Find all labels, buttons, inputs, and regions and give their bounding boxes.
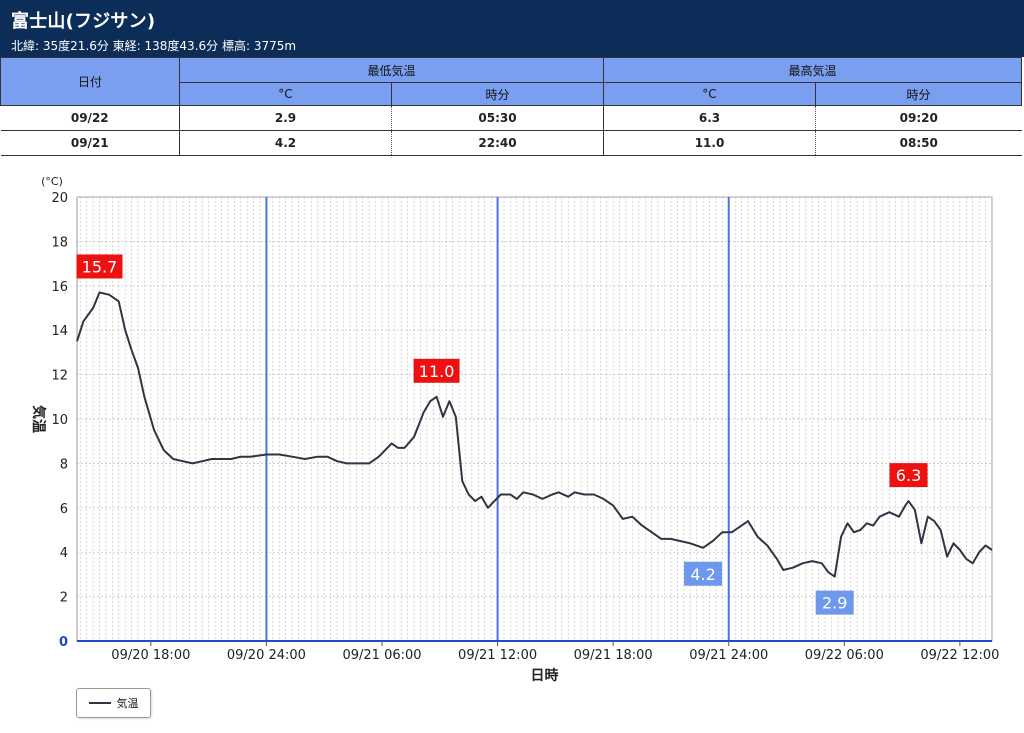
max-label: 15.7 bbox=[76, 254, 123, 279]
max-label: 6.3 bbox=[889, 463, 928, 488]
y-tick-label: 16 bbox=[51, 280, 68, 295]
min-temp-unit-header: °C bbox=[179, 82, 392, 106]
y-tick-label: 6 bbox=[60, 502, 68, 517]
label-text: 15.7 bbox=[82, 257, 118, 276]
x-tick-label: 09/21 18:00 bbox=[574, 648, 653, 663]
x-tick-label: 09/21 24:00 bbox=[689, 648, 768, 663]
row-max-temp: 11.0 bbox=[603, 130, 816, 156]
table-row: 09/22 2.9 05:30 6.3 09:20 bbox=[0, 105, 1022, 131]
x-tick-label: 09/21 06:00 bbox=[342, 648, 421, 663]
max-label: 11.0 bbox=[413, 358, 460, 383]
y-tick-label: 8 bbox=[60, 457, 68, 472]
row-date: 09/22 bbox=[0, 105, 180, 131]
row-max-time: 09:20 bbox=[815, 105, 1022, 131]
y-tick-label: 12 bbox=[51, 369, 68, 384]
y-tick-label: 4 bbox=[60, 546, 68, 561]
y-tick-label: 18 bbox=[51, 235, 68, 250]
station-title: 富士山(フジサン) bbox=[11, 11, 156, 32]
max-temp-unit-header: °C bbox=[603, 82, 816, 106]
min-temp-header: 最低気温 bbox=[179, 57, 604, 83]
row-date: 09/21 bbox=[0, 130, 180, 156]
max-temp-header: 最高気温 bbox=[603, 57, 1022, 83]
table-row: 09/21 4.2 22:40 11.0 08:50 bbox=[0, 130, 1022, 156]
y-tick-label: 0 bbox=[59, 635, 68, 650]
min-label: 4.2 bbox=[684, 561, 723, 586]
y-tick-label: 10 bbox=[51, 413, 68, 428]
row-min-time: 05:30 bbox=[391, 105, 604, 131]
chart-legend[interactable]: 気温 bbox=[76, 688, 151, 718]
legend-label: 気温 bbox=[116, 697, 139, 710]
row-max-temp: 6.3 bbox=[603, 105, 816, 131]
y-unit-label: (°C) bbox=[41, 175, 63, 188]
max-time-header: 時分 bbox=[815, 82, 1022, 106]
row-min-temp: 4.2 bbox=[179, 130, 392, 156]
label-text: 4.2 bbox=[690, 565, 715, 584]
y-tick-label: 14 bbox=[51, 324, 68, 339]
station-header: 富士山(フジサン) 北緯: 35度21.6分 東経: 138度43.6分 標高:… bbox=[0, 0, 1024, 57]
temperature-chart: 0 2 4 6 8 10 12 14 16 18 20 (°C) 気温 09/20 18:00 09/20 … bbox=[30, 175, 999, 684]
row-min-time: 22:40 bbox=[391, 130, 604, 156]
date-column-header: 日付 bbox=[0, 57, 180, 106]
x-axis-label: 日時 bbox=[531, 667, 559, 684]
extremes-table: 日付 最低気温 最高気温 °C 時分 °C 時分 09/22 2.9 05:30… bbox=[0, 57, 1022, 156]
x-tick-label: 09/21 12:00 bbox=[458, 648, 537, 663]
label-text: 6.3 bbox=[896, 466, 921, 485]
station-meta: 北緯: 35度21.6分 東経: 138度43.6分 標高: 3775m bbox=[11, 39, 297, 53]
row-min-temp: 2.9 bbox=[179, 105, 392, 131]
x-tick-label: 09/22 06:00 bbox=[805, 648, 884, 663]
min-label: 2.9 bbox=[815, 590, 854, 615]
y-axis-label: 気温 bbox=[30, 405, 47, 433]
y-tick-label: 20 bbox=[51, 191, 68, 206]
x-tick-label: 09/22 12:00 bbox=[920, 648, 999, 663]
label-text: 11.0 bbox=[419, 362, 455, 381]
y-tick-label: 2 bbox=[60, 591, 68, 606]
row-max-time: 08:50 bbox=[815, 130, 1022, 156]
legend-line-swatch bbox=[88, 702, 111, 704]
label-text: 2.9 bbox=[822, 594, 847, 613]
x-tick-label: 09/20 18:00 bbox=[111, 648, 190, 663]
x-tick-label: 09/20 24:00 bbox=[227, 648, 306, 663]
min-time-header: 時分 bbox=[391, 82, 604, 106]
